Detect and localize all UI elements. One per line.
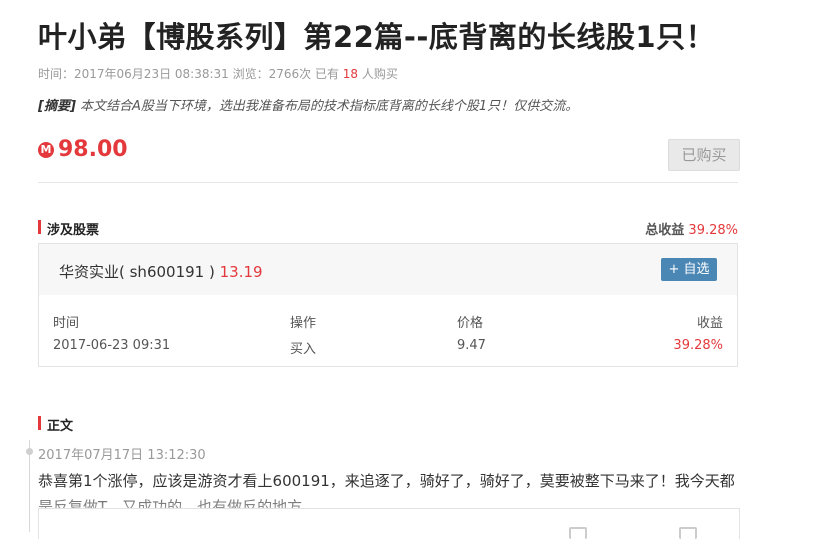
section-bar-icon xyxy=(38,416,41,430)
section-bar-icon xyxy=(38,220,41,234)
post-time: 2017年07月17日 13:12:30 xyxy=(38,448,206,463)
stock-name[interactable]: 华资实业( sh600191 ) 13.19 xyxy=(59,261,263,282)
meta-buyers-suffix: 人购买 xyxy=(358,67,398,81)
stock-card: 华资实业( sh600191 ) 13.19 + 自选 时间 操作 价格 收益 … xyxy=(38,243,738,367)
currency-icon: M xyxy=(38,142,54,158)
buyer-count: 18 xyxy=(342,67,359,81)
stocks-section-title: 涉及股票 xyxy=(47,223,100,238)
article-title: 叶小弟【博股系列】第22篇--底背离的长线股1只！ xyxy=(38,20,716,54)
body-section-header: 正文 xyxy=(38,415,738,434)
add-watchlist-button[interactable]: + 自选 xyxy=(661,258,717,281)
bought-button[interactable]: 已购买 xyxy=(668,139,740,171)
header-time: 时间 xyxy=(53,316,80,331)
timeline-dot-icon xyxy=(26,448,33,455)
lock-icon xyxy=(569,527,587,539)
header-price: 价格 xyxy=(457,316,484,331)
cell-time: 2017-06-23 09:31 xyxy=(53,338,171,353)
total-return: 总收益 39.28% xyxy=(645,219,738,238)
cell-price: 9.47 xyxy=(457,338,486,353)
stock-name-code: 华资实业( sh600191 ) xyxy=(59,263,215,281)
meta-time-views: 时间：2017年06月23日 08:38:31 浏览：2766次 已有 xyxy=(38,67,343,81)
total-return-label: 总收益 xyxy=(645,223,685,238)
stock-card-header: 华资实业( sh600191 ) 13.19 + 自选 xyxy=(39,244,737,295)
share-icon xyxy=(679,527,697,539)
locked-content-box xyxy=(38,508,740,539)
cell-return: 39.28% xyxy=(673,338,723,353)
summary-label: [摘要] xyxy=(38,99,76,114)
body-section-title: 正文 xyxy=(47,419,74,434)
total-return-value: 39.28% xyxy=(688,223,738,238)
price-row: M 98.00 已购买 xyxy=(38,136,740,183)
price-value: 98.00 xyxy=(58,137,128,162)
stock-price: 13.19 xyxy=(219,263,263,281)
article-meta: 时间：2017年06月23日 08:38:31 浏览：2766次 已有 18 人… xyxy=(38,65,398,82)
summary-text: 本文结合A股当下环境，选出我准备布局的技术指标底背离的长线个股1只！仅供交流。 xyxy=(75,99,579,114)
article-summary: [摘要] 本文结合A股当下环境，选出我准备布局的技术指标底背离的长线个股1只！仅… xyxy=(38,95,578,114)
stocks-section-header: 涉及股票 总收益 39.28% xyxy=(38,219,738,238)
header-return: 收益 xyxy=(696,316,723,331)
cell-action: 买入 xyxy=(290,342,317,357)
header-action: 操作 xyxy=(290,316,317,331)
